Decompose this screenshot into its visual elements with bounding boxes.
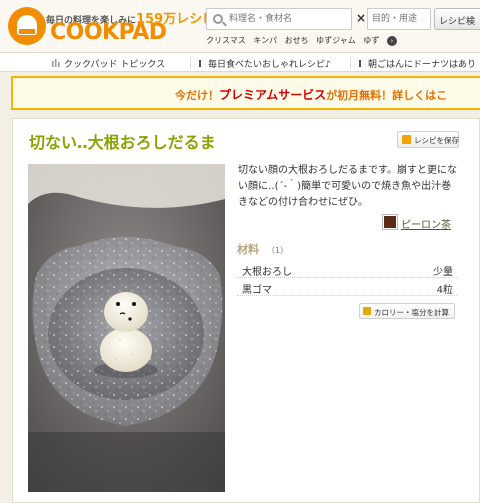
premium-banner-text: 今だけ！プレミアムサービスが初月無料！詳しくはこ xyxy=(175,88,448,102)
search-icon xyxy=(213,14,223,24)
bullet-icon xyxy=(199,60,201,67)
daikon-daruma-photo xyxy=(28,164,225,492)
purpose-search-box[interactable] xyxy=(367,8,431,30)
recipe-photo[interactable] xyxy=(28,164,225,492)
calculator-icon xyxy=(363,307,371,315)
recipe-title: 切ない‥大根おろしだるま xyxy=(29,133,216,152)
purpose-search-input[interactable] xyxy=(372,12,428,26)
ingredients-heading: 材料 （1） xyxy=(237,243,289,256)
ingredient-qty: 少量 xyxy=(433,267,453,278)
site-header: 毎日の料理を楽しみに159万レシピ COOKPAD × レシピ検 クリスマス キ… xyxy=(0,0,480,52)
hot-keyword[interactable]: キンパ xyxy=(253,36,277,45)
ingredient-row: 大根おろし 少量 xyxy=(237,260,457,278)
hot-keyword[interactable]: おせち xyxy=(285,36,309,45)
nav-item-stylish-recipes[interactable]: 毎日食べたいおしゃれレシピ♪ xyxy=(196,57,331,70)
nav-item-breakfast-donuts[interactable]: 朝ごはんにドーナツはあり xyxy=(356,57,476,70)
ingredient-qty: 4粒 xyxy=(436,285,453,296)
logo-text[interactable]: COOKPAD xyxy=(50,20,167,45)
save-recipe-button[interactable]: レシピを保存 xyxy=(397,131,459,148)
keyword-search-input[interactable] xyxy=(229,12,349,26)
more-keywords-icon[interactable]: › xyxy=(386,35,397,46)
recipe-card: 切ない‥大根おろしだるま レシピを保存 切ない顔の大根おろしだるまです。崩すと更… xyxy=(12,118,480,503)
topics-nav: クックパッド トピックス 毎日食べたいおしゃれレシピ♪ 朝ごはんにドーナツはあり xyxy=(0,52,480,72)
clear-search-icon[interactable]: × xyxy=(356,11,366,25)
calorie-calc-button[interactable]: カロリー・塩分を計算 xyxy=(359,303,455,319)
author-name-link[interactable]: ピーロン茶 xyxy=(401,216,451,231)
ingredient-name: 黒ゴマ xyxy=(242,285,272,296)
ingredient-name: 大根おろし xyxy=(242,267,292,278)
premium-banner[interactable]: 今だけ！プレミアムサービスが初月無料！詳しくはこ xyxy=(11,76,480,110)
keyword-search-box[interactable] xyxy=(206,8,352,30)
ingredient-row: 黒ゴマ 4粒 xyxy=(237,278,457,296)
hot-keyword[interactable]: ゆずジャム xyxy=(316,36,356,45)
author-avatar[interactable] xyxy=(383,215,397,229)
recipe-description: 切ない顔の大根おろしだるまです。崩すと更にない顔に‥(´-｀)簡単で可愛いので焼… xyxy=(238,165,457,208)
hot-keyword[interactable]: クリスマス xyxy=(206,36,246,45)
save-icon xyxy=(402,135,411,144)
cookpad-logo-icon[interactable] xyxy=(8,7,46,45)
recipe-search-button[interactable]: レシピ検 xyxy=(434,8,480,30)
hot-keywords: クリスマス キンパ おせち ゆずジャム ゆず › xyxy=(206,35,402,46)
topics-icon xyxy=(52,59,60,67)
nav-item-topics[interactable]: クックパッド トピックス xyxy=(52,57,165,70)
hot-keyword[interactable]: ゆず xyxy=(363,36,379,45)
ingredients-list: 大根おろし 少量 黒ゴマ 4粒 xyxy=(237,260,457,296)
bullet-icon xyxy=(359,60,361,67)
servings: （1） xyxy=(267,246,289,255)
